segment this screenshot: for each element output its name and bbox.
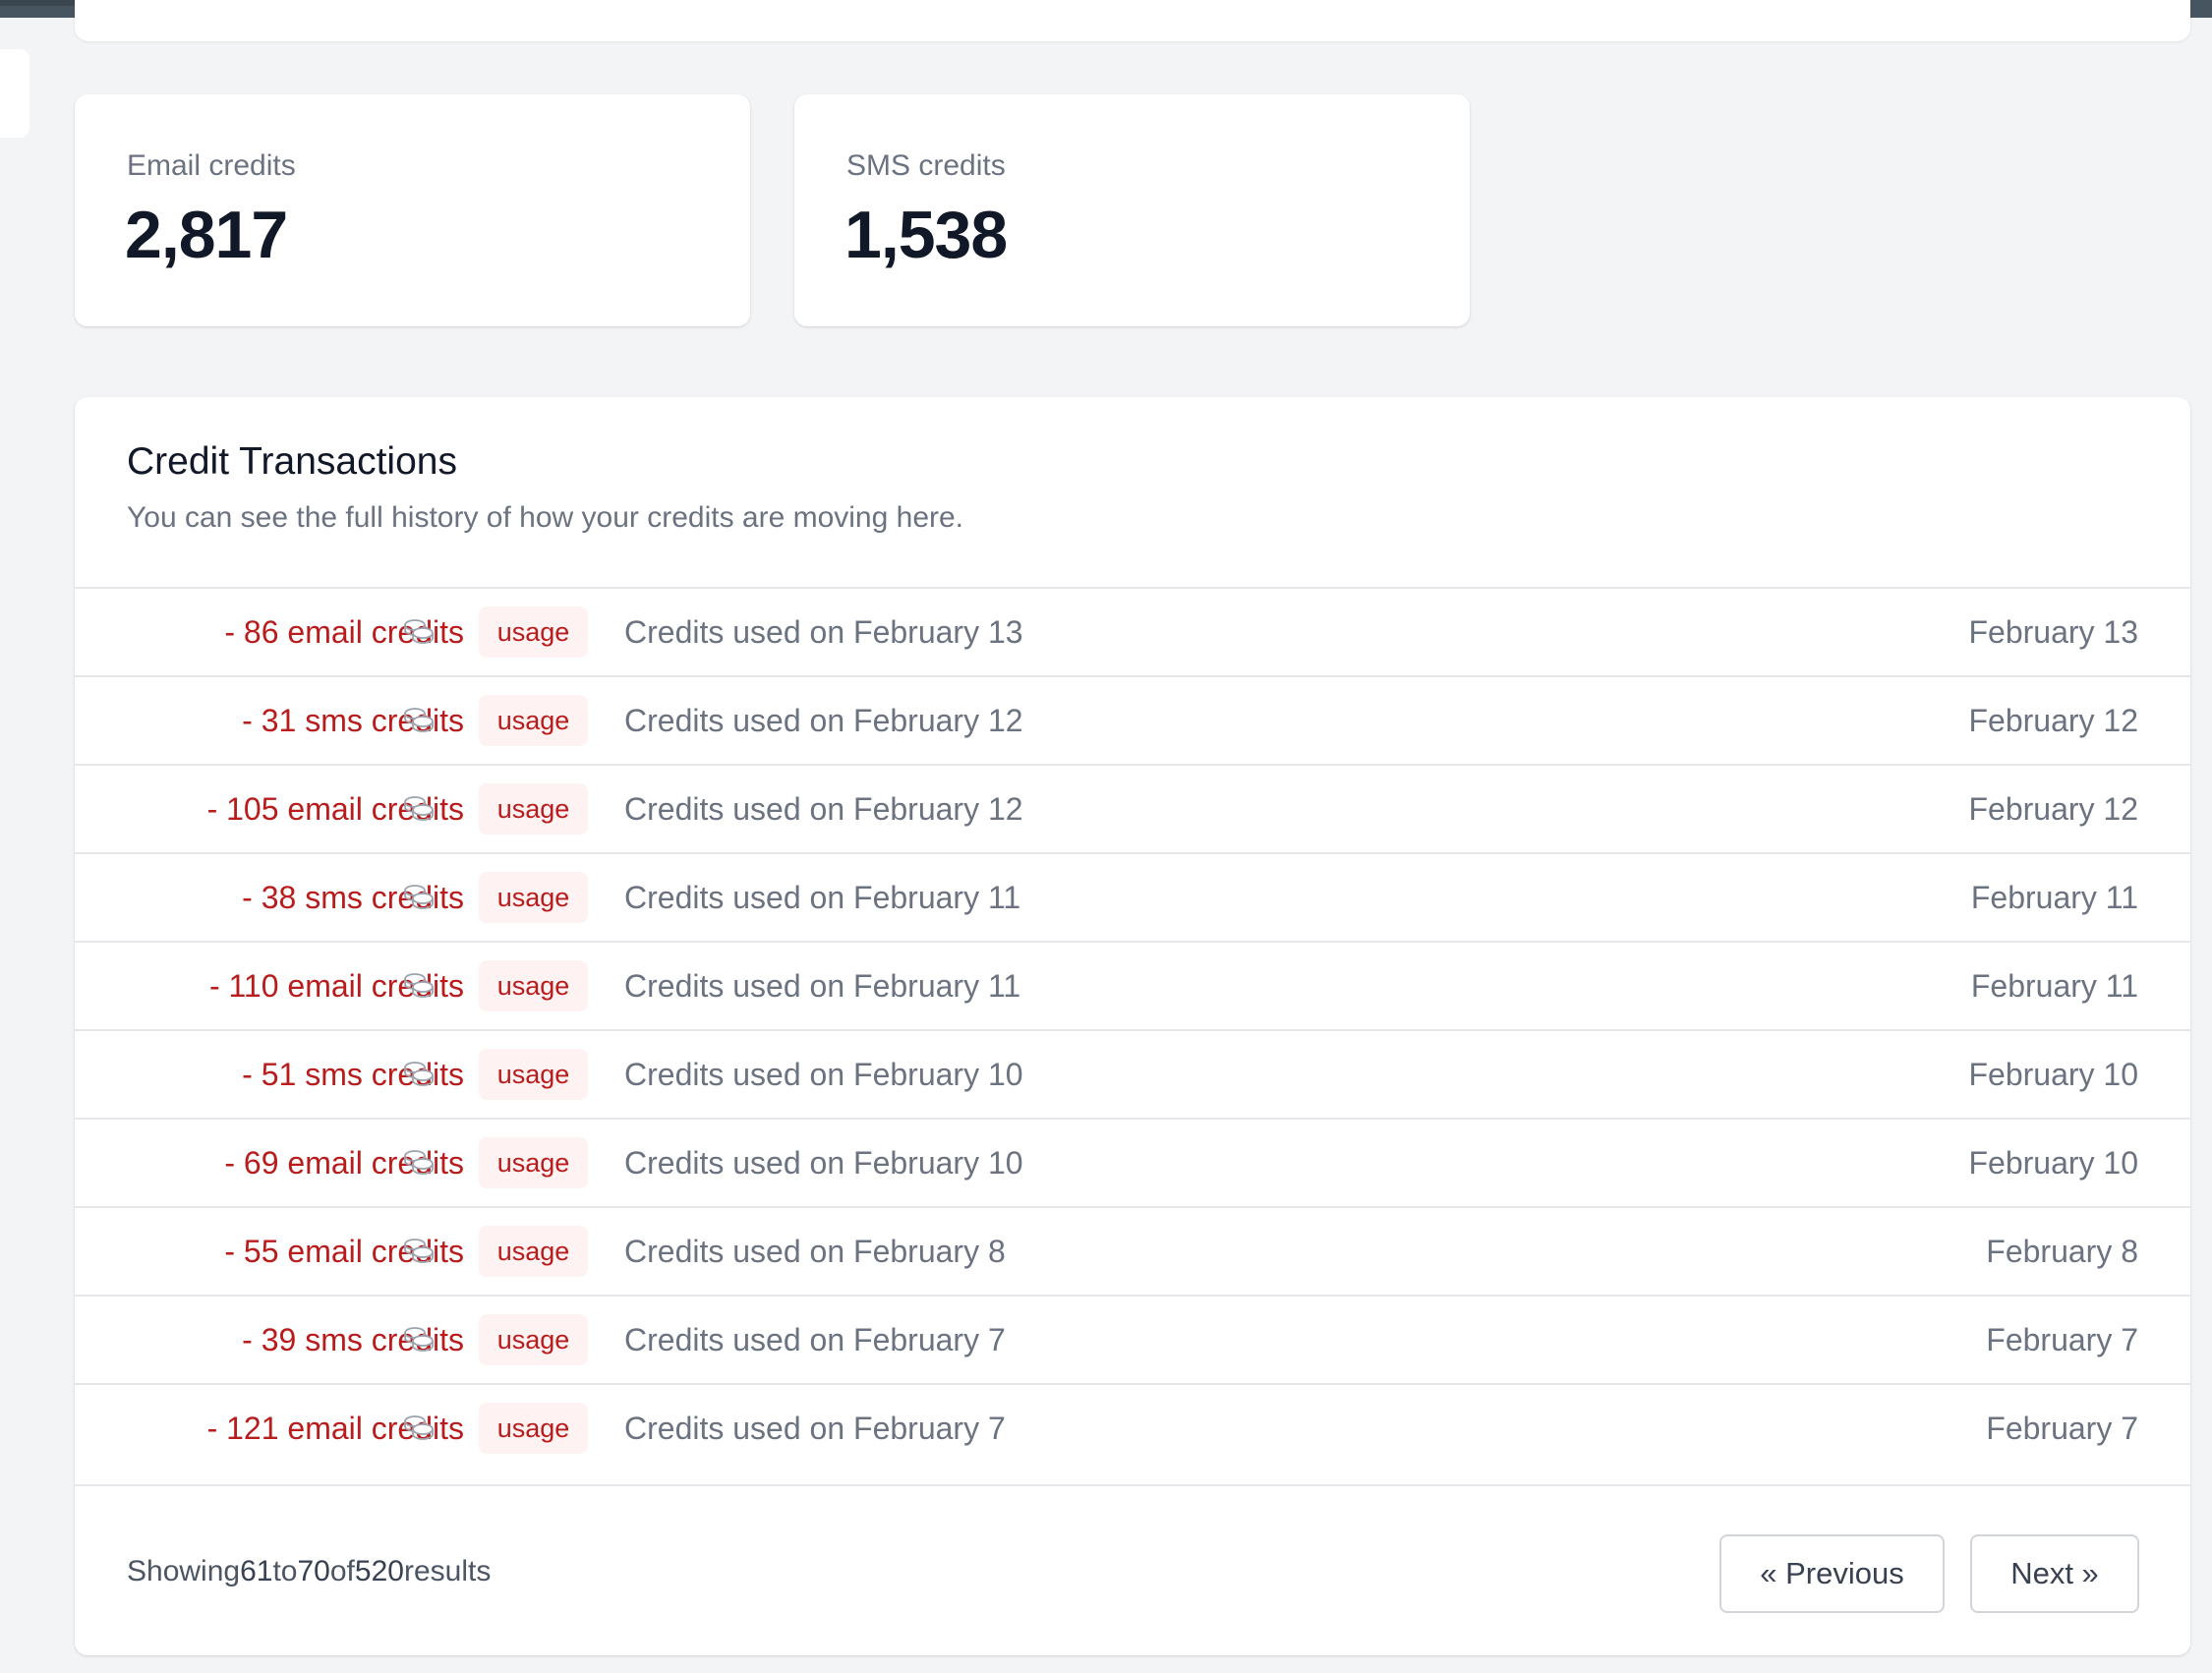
transaction-description: Credits used on February 12: [624, 702, 1023, 738]
sms-credits-label: SMS credits: [846, 149, 1006, 182]
transaction-description: Credits used on February 10: [624, 1144, 1023, 1181]
transaction-description: Credits used on February 11: [624, 879, 1021, 915]
table-row: - 31 sms credits usage Credits used on Feb…: [75, 677, 2190, 766]
coins-icon: [402, 793, 436, 823]
transaction-description: Credits used on February 8: [624, 1233, 1006, 1269]
top-panel: [75, 0, 2190, 41]
table-row: - 121 email credits usage Credits used on …: [75, 1385, 2190, 1471]
coins-icon: [402, 970, 436, 1000]
transaction-date: February 10: [1968, 1056, 2138, 1092]
results-showing-label: Showing: [127, 1555, 241, 1587]
coins-icon: [402, 1059, 436, 1088]
transaction-description: Credits used on February 11: [624, 967, 1021, 1004]
email-credits-label: Email credits: [127, 149, 296, 182]
transaction-date: February 13: [1968, 613, 2138, 650]
coins-icon: [402, 882, 436, 911]
table-row: - 38 sms credits usage Credits used on Feb…: [75, 854, 2190, 943]
results-label: results: [403, 1555, 492, 1587]
transaction-description: Credits used on February 7: [624, 1410, 1006, 1446]
credit-transactions-panel: Credit Transactions You can see the full…: [75, 397, 2190, 1655]
type-badge: usage: [479, 606, 588, 658]
type-badge: usage: [479, 1403, 588, 1454]
coins-icon: [402, 1324, 436, 1354]
coins-icon: [402, 1147, 436, 1177]
sms-credits-card: SMS credits 1,538: [794, 94, 1470, 326]
transactions-subtitle: You can see the full history of how your…: [127, 501, 964, 534]
transaction-date: February 12: [1968, 702, 2138, 738]
type-badge: usage: [479, 1226, 588, 1277]
transactions-title: Credit Transactions: [127, 440, 457, 483]
email-credits-value: 2,817: [125, 198, 288, 272]
transaction-description: Credits used on February 12: [624, 790, 1023, 827]
results-to-label: to: [272, 1555, 298, 1587]
coins-icon: [402, 1413, 436, 1442]
email-credits-card: Email credits 2,817: [75, 94, 750, 326]
transaction-date: February 11: [1970, 967, 2138, 1004]
table-row: - 86 email credits usage Credits used on F…: [75, 589, 2190, 677]
table-row: - 51 sms credits usage Credits used on Feb…: [75, 1031, 2190, 1120]
transactions-list: - 86 email credits usage Credits used on F…: [75, 587, 2190, 1471]
results-summary: Showing 61 to 70 of 520 results: [127, 1486, 491, 1655]
table-row: - 39 sms credits usage Credits used on Feb…: [75, 1297, 2190, 1385]
table-row: - 55 email credits usage Credits used on F…: [75, 1208, 2190, 1297]
type-badge: usage: [479, 1314, 588, 1365]
table-row: - 110 email credits usage Credits used on …: [75, 943, 2190, 1031]
type-badge: usage: [479, 695, 588, 746]
type-badge: usage: [479, 960, 588, 1011]
transaction-date: February 10: [1968, 1144, 2138, 1181]
transaction-date: February 8: [1986, 1233, 2138, 1269]
transactions-header: Credit Transactions You can see the full…: [127, 440, 963, 535]
transaction-date: February 7: [1986, 1321, 2138, 1357]
type-badge: usage: [479, 1049, 588, 1100]
table-row: - 69 email credits usage Credits used on F…: [75, 1120, 2190, 1208]
pagination-footer: Showing 61 to 70 of 520 results « Previo…: [75, 1484, 2190, 1655]
transaction-description: Credits used on February 10: [624, 1056, 1023, 1092]
type-badge: usage: [479, 872, 588, 923]
sidebar-edge: [0, 49, 29, 138]
results-of-label: of: [329, 1555, 355, 1587]
transaction-description: Credits used on February 7: [624, 1321, 1006, 1357]
next-page-button[interactable]: Next »: [1970, 1534, 2139, 1613]
coins-icon: [402, 705, 436, 734]
type-badge: usage: [479, 1137, 588, 1188]
table-row: - 105 email credits usage Credits used on …: [75, 766, 2190, 854]
transaction-date: February 7: [1986, 1410, 2138, 1446]
coins-icon: [402, 616, 436, 646]
results-from: 61: [240, 1555, 273, 1587]
transaction-description: Credits used on February 13: [624, 613, 1023, 650]
transaction-date: February 11: [1970, 879, 2138, 915]
transaction-date: February 12: [1968, 790, 2138, 827]
type-badge: usage: [479, 783, 588, 835]
results-total: 520: [354, 1555, 404, 1587]
sms-credits-value: 1,538: [844, 198, 1008, 272]
previous-page-button[interactable]: « Previous: [1719, 1534, 1945, 1613]
coins-icon: [402, 1236, 436, 1265]
results-to: 70: [297, 1555, 330, 1587]
